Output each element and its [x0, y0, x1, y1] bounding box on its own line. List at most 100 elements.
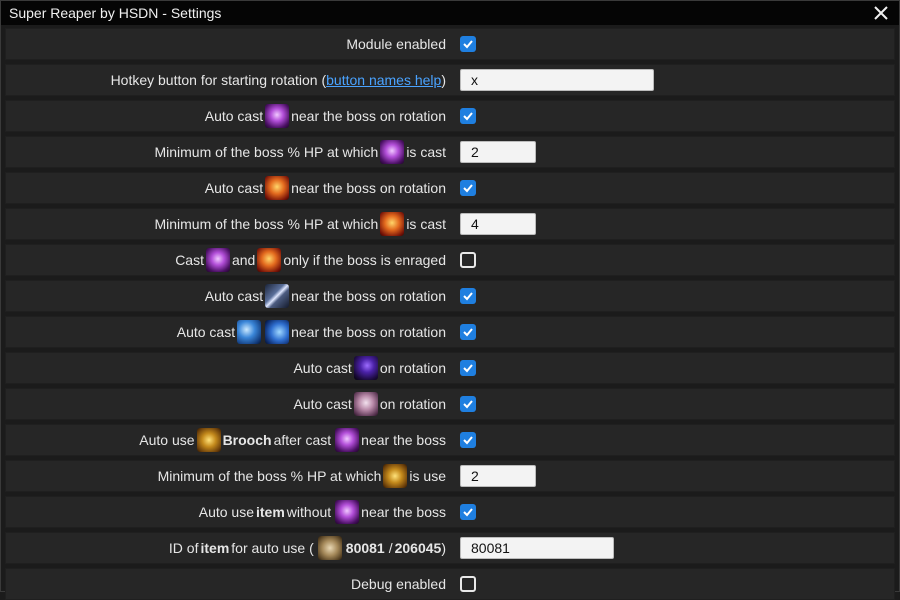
item-id-1: 80081: [345, 540, 385, 556]
blue-skill-icon: [237, 320, 262, 344]
label-text: near the boss on rotation: [291, 288, 446, 304]
autocast-slash-checkbox[interactable]: [460, 288, 476, 304]
label-text: Module enabled: [346, 36, 446, 52]
setting-label: Minimum of the boss % HP at which is use: [6, 464, 446, 488]
label-text: Cast: [175, 252, 204, 268]
debug-enabled-checkbox[interactable]: [460, 576, 476, 592]
slash-skill-icon: [265, 284, 290, 308]
minhp-brooch-input[interactable]: 2: [460, 465, 536, 487]
label-text: item: [256, 504, 285, 520]
brooch-checkbox[interactable]: [460, 432, 476, 448]
label-text: Minimum of the boss % HP at which: [154, 216, 379, 232]
setting-row-hotkey: Hotkey button for starting rotation (but…: [5, 64, 895, 96]
setting-row-autocast-skull: Auto cast on rotation: [5, 388, 895, 420]
label-text: near the boss: [361, 432, 446, 448]
setting-row-autocast-red: Auto cast near the boss on rotation: [5, 172, 895, 204]
label-text: for auto use (: [231, 540, 314, 556]
setting-label: Cast and only if the boss is enraged: [6, 248, 446, 272]
red-skill-icon: [257, 248, 282, 272]
label-text: Minimum of the boss % HP at which: [154, 144, 379, 160]
item-id-2: 206045: [394, 540, 442, 556]
setting-label: Auto cast near the boss on rotation: [6, 176, 446, 200]
label-text: Auto cast: [204, 108, 264, 124]
setting-row-autocast-blue: Auto cast near the boss on rotation: [5, 316, 895, 348]
hotkey-input[interactable]: x: [460, 69, 654, 91]
label-text: Auto cast: [293, 360, 352, 376]
setting-label: Auto cast near the boss on rotation: [6, 284, 446, 308]
dark-skill-icon: [353, 356, 378, 380]
settings-window: Super Reaper by HSDN - Settings Module e…: [0, 0, 900, 600]
label-text: without: [286, 504, 332, 520]
purple-skill-icon: [335, 428, 360, 452]
purple-skill-icon: [335, 500, 360, 524]
autocast-dark-checkbox[interactable]: [460, 360, 476, 376]
purple-skill-icon: [265, 104, 290, 128]
item-id-input[interactable]: 80081: [460, 537, 614, 559]
setting-label: Auto cast on rotation: [6, 392, 446, 416]
setting-row-brooch: Auto use Brooch after cast near the boss: [5, 424, 895, 456]
skull-skill-icon: [353, 392, 378, 416]
autocast-skull-checkbox[interactable]: [460, 396, 476, 412]
setting-label: Minimum of the boss % HP at which is cas…: [6, 212, 446, 236]
label-text: on rotation: [379, 396, 446, 412]
label-text: and: [231, 252, 256, 268]
label-text: ID of: [168, 540, 199, 556]
setting-label: Auto cast near the boss on rotation: [6, 104, 446, 128]
brooch-icon: [383, 464, 408, 488]
setting-row-enraged: Cast and only if the boss is enraged: [5, 244, 895, 276]
autocast-red-checkbox[interactable]: [460, 180, 476, 196]
button-names-help-link[interactable]: button names help: [326, 72, 441, 88]
setting-row-debug: Debug enabled: [5, 568, 895, 600]
label-text: Auto use: [139, 432, 195, 448]
label-text: after cast: [273, 432, 332, 448]
label-text: Hotkey button for starting rotation (: [110, 72, 327, 88]
label-text: near the boss: [361, 504, 446, 520]
module-enabled-checkbox[interactable]: [460, 36, 476, 52]
setting-label: Auto cast on rotation: [6, 356, 446, 380]
setting-label: Auto use Brooch after cast near the boss: [6, 428, 446, 452]
setting-label: Minimum of the boss % HP at which is cas…: [6, 140, 446, 164]
label-text: Auto cast: [293, 396, 352, 412]
minhp-purple-input[interactable]: 2: [460, 141, 536, 163]
autocast-purple-checkbox[interactable]: [460, 108, 476, 124]
setting-row-minhp-purple: Minimum of the boss % HP at which is cas…: [5, 136, 895, 168]
label-text: Auto use: [198, 504, 254, 520]
label-text: on rotation: [379, 360, 446, 376]
setting-row-item-without: Auto use item without near the boss: [5, 496, 895, 528]
setting-row-module-enabled: Module enabled: [5, 28, 895, 60]
label-text: is cast: [406, 216, 446, 232]
setting-row-autocast-purple: Auto cast near the boss on rotation: [5, 100, 895, 132]
label-text: is cast: [406, 144, 446, 160]
setting-row-autocast-dark: Auto cast on rotation: [5, 352, 895, 384]
label-text: /: [388, 540, 393, 556]
setting-label: Auto use item without near the boss: [6, 500, 446, 524]
label-text: Brooch: [222, 432, 272, 448]
label-text: near the boss on rotation: [291, 108, 446, 124]
brooch-icon: [196, 428, 221, 452]
settings-list: Module enabled Hotkey button for startin…: [1, 25, 899, 600]
label-text: is use: [409, 468, 446, 484]
enraged-only-checkbox[interactable]: [460, 252, 476, 268]
close-icon[interactable]: [871, 3, 891, 23]
setting-label: Debug enabled: [6, 576, 446, 592]
label-text: Auto cast: [204, 288, 264, 304]
autocast-blue-checkbox[interactable]: [460, 324, 476, 340]
label-text: near the boss on rotation: [291, 324, 446, 340]
window-title: Super Reaper by HSDN - Settings: [9, 5, 222, 21]
setting-label: Auto cast near the boss on rotation: [6, 320, 446, 344]
setting-row-minhp-brooch: Minimum of the boss % HP at which is use…: [5, 460, 895, 492]
item-without-checkbox[interactable]: [460, 504, 476, 520]
setting-label: Module enabled: [6, 36, 446, 52]
label-text: Debug enabled: [351, 576, 446, 592]
label-text: only if the boss is enraged: [283, 252, 446, 268]
purple-skill-icon: [205, 248, 230, 272]
red-skill-icon: [265, 176, 290, 200]
minhp-red-input[interactable]: 4: [460, 213, 536, 235]
blue-skill-2-icon: [265, 320, 290, 344]
purple-skill-icon: [380, 140, 405, 164]
setting-label: Hotkey button for starting rotation (but…: [6, 72, 446, 88]
title-bar: Super Reaper by HSDN - Settings: [1, 1, 899, 25]
label-text: near the boss on rotation: [291, 180, 446, 196]
item-bag-icon: [317, 536, 342, 560]
label-text: Minimum of the boss % HP at which: [157, 468, 382, 484]
